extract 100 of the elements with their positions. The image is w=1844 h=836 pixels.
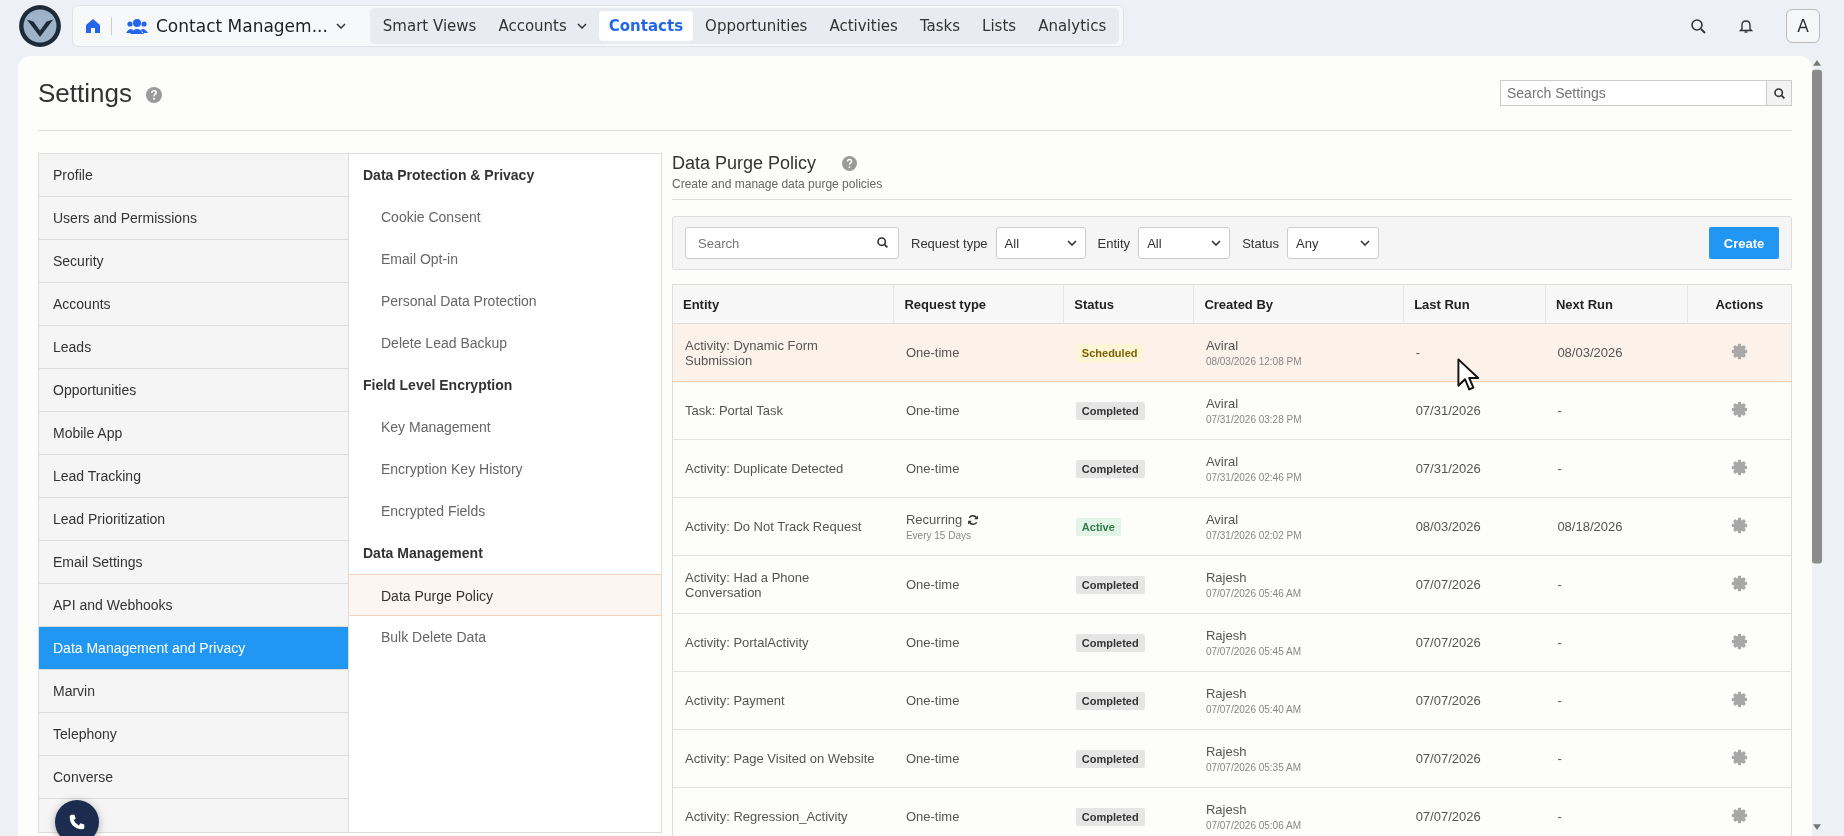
nav-tab[interactable]: Activities (819, 11, 908, 41)
subnav-item[interactable]: Cookie Consent (349, 196, 661, 238)
gear-icon[interactable] (1730, 458, 1748, 476)
help-icon[interactable] (145, 87, 162, 103)
nav-tab[interactable]: Contacts (598, 11, 694, 41)
next-run-text: - (1557, 751, 1562, 766)
subnav-item[interactable]: Email Opt-in (349, 238, 661, 280)
last-run-text: 07/07/2026 (1415, 577, 1481, 592)
table-row[interactable]: Activity: Regression_Activity One-time Completed Rajesh 07/07/2026 05:06 AM 07/07/2026 - (672, 787, 1792, 836)
avatar-button[interactable]: A (1786, 9, 1820, 43)
bell-icon[interactable] (1738, 18, 1754, 34)
request-type-text: One-time (905, 635, 960, 650)
table-row[interactable]: Activity: Dynamic Form Submission One-time Scheduled Aviral 08/03/2026 12:08 PM - 08/03/2026 (672, 323, 1792, 382)
table-row[interactable]: Activity: PortalActivity One-time Completed Rajesh 07/07/2026 05:45 AM 07/07/2026 - (672, 613, 1792, 672)
gear-icon[interactable] (1730, 632, 1748, 650)
last-run-text: 07/07/2026 (1415, 809, 1481, 824)
column-header: Last Run (1403, 284, 1546, 324)
help-icon[interactable] (842, 156, 858, 171)
search-icon[interactable] (1690, 18, 1706, 34)
creator-name: Rajesh (1205, 802, 1248, 817)
nav-tab[interactable]: Tasks (909, 11, 971, 41)
next-run-text: - (1557, 461, 1562, 476)
next-run-text: - (1557, 809, 1562, 824)
panel-subtitle: Create and manage data purge policies (672, 177, 1792, 200)
subnav-item[interactable]: Bulk Delete Data (349, 616, 661, 658)
nav-tab[interactable]: Opportunities (695, 11, 818, 41)
next-run-text: - (1557, 693, 1562, 708)
subnav-item[interactable]: Encryption Key History (349, 448, 661, 490)
caret-icon (335, 23, 346, 29)
logo-icon[interactable] (18, 4, 62, 48)
column-header: Created By (1193, 284, 1404, 324)
nav-tab[interactable]: Smart Views (372, 11, 487, 41)
next-run-text: - (1557, 577, 1562, 592)
next-run-text: - (1557, 635, 1562, 650)
next-run-text: 08/18/2026 (1557, 519, 1623, 534)
creator-name: Aviral (1205, 512, 1240, 527)
request-type-text: One-time (905, 403, 960, 418)
nav-tab[interactable]: Lists (972, 11, 1027, 41)
request-type-text: One-time (905, 577, 960, 592)
creator-name: Rajesh (1205, 628, 1248, 643)
table-row[interactable]: Activity: Had a Phone Conversation One-time Completed Rajesh 07/07/2026 05:46 AM 07/07/2026 - (672, 555, 1792, 614)
search-icon[interactable] (876, 236, 889, 249)
subnav-item[interactable]: Delete Lead Backup (349, 322, 661, 364)
created-time: 08/03/2026 12:08 PM (1205, 356, 1303, 367)
nav-tab[interactable]: Analytics (1028, 11, 1117, 41)
gear-icon[interactable] (1730, 806, 1748, 824)
creator-name: Aviral (1205, 396, 1240, 411)
section-heading: Data Management (362, 544, 484, 563)
home-icon[interactable] (85, 18, 101, 34)
search-icon[interactable] (1772, 86, 1786, 100)
table-row[interactable]: Activity: Duplicate Detected One-time Completed Aviral 07/31/2026 02:46 PM 07/31/2026 - (672, 439, 1792, 498)
request-type-text: One-time (905, 693, 960, 708)
settings-search-field[interactable]: Search Settings (1500, 80, 1766, 106)
last-run-text: 07/31/2026 (1415, 403, 1481, 418)
column-header: Status (1063, 284, 1194, 324)
filter-dropdown[interactable]: All (1138, 227, 1231, 259)
gear-icon[interactable] (1730, 400, 1748, 418)
status-label: Completed (1075, 749, 1145, 768)
page-title: Settings (38, 77, 132, 109)
section-heading: Field Level Encryption (362, 376, 514, 395)
mouse-cursor-icon (1456, 357, 1480, 393)
filter-dropdown[interactable]: All (995, 227, 1086, 259)
created-time: 07/07/2026 05:06 AM (1205, 820, 1302, 831)
created-time: 07/31/2026 03:28 PM (1205, 414, 1303, 425)
caret-icon (1211, 240, 1222, 246)
gear-icon[interactable] (1730, 690, 1748, 708)
subnav-item[interactable]: Personal Data Protection (349, 280, 661, 322)
filter-label: Status (1242, 235, 1279, 251)
filter-dropdown[interactable]: Any (1287, 227, 1379, 259)
entity-text: Task: Portal Task (685, 403, 784, 418)
gear-icon[interactable] (1730, 516, 1748, 534)
status-label: Completed (1075, 459, 1145, 478)
filter-label: Request type (911, 235, 988, 251)
column-header: Entity (672, 284, 894, 324)
subnav-item[interactable]: Data Purge Policy (349, 574, 661, 616)
status-label: Scheduled (1075, 343, 1144, 362)
last-run-text: 07/07/2026 (1415, 693, 1481, 708)
table-row[interactable]: Activity: Payment One-time Completed Rajesh 07/07/2026 05:40 AM 07/07/2026 - (672, 671, 1792, 730)
last-run-text: 07/07/2026 (1415, 751, 1481, 766)
search-field[interactable]: Search (685, 227, 899, 259)
gear-icon[interactable] (1730, 574, 1748, 592)
request-type-text: Recurring (905, 512, 963, 527)
entity-text: Activity: Payment (685, 693, 785, 708)
table-row[interactable]: Task: Portal Task One-time Completed Aviral 07/31/2026 03:28 PM 07/31/2026 - (672, 381, 1792, 440)
workspace-dropdown[interactable]: Contact Managem... (122, 16, 360, 36)
last-run-text: 07/07/2026 (1415, 635, 1481, 650)
created-time: 07/31/2026 02:46 PM (1205, 472, 1303, 483)
table-row[interactable]: Activity: Page Visited on Website One-time Completed Rajesh 07/07/2026 05:35 AM 07/07/2026 - (672, 729, 1792, 788)
nav-tab[interactable]: Accounts (488, 11, 597, 41)
table-row[interactable]: Activity: Do Not Track Request Recurring Every 15 Days Active Aviral 07/31/2026 02:02 PM 08/03/2026 08/18/2026 (672, 497, 1792, 556)
status-label: Active (1075, 517, 1121, 536)
status-label: Completed (1075, 633, 1145, 652)
entity-text: Activity: Page Visited on Website (685, 751, 875, 766)
gear-icon[interactable] (1730, 748, 1748, 766)
subnav-item[interactable]: Encrypted Fields (349, 490, 661, 532)
created-time: 07/07/2026 05:45 AM (1205, 646, 1302, 657)
entity-text: Activity: Regression_Activity (685, 809, 848, 824)
next-run-text: - (1557, 403, 1562, 418)
subnav-item[interactable]: Key Management (349, 406, 661, 448)
gear-icon[interactable] (1730, 342, 1748, 360)
